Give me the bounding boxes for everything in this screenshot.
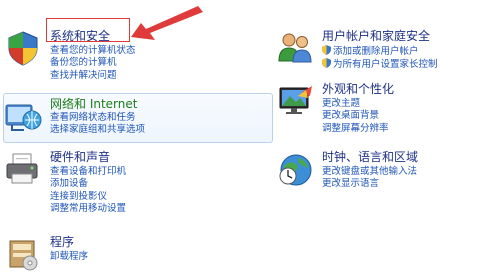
title-highlight-box	[46, 18, 130, 42]
link-screen-resolution[interactable]: 调整屏幕分辨率	[322, 123, 389, 135]
link-change-keyboard[interactable]: 更改键盘或其他输入法	[322, 166, 417, 178]
link-view-network-status[interactable]: 查看网络状态和任务	[50, 112, 145, 124]
network-title[interactable]: 网络和 Internet	[50, 97, 137, 111]
link-find-fix-problems[interactable]: 查找并解决问题	[50, 70, 136, 82]
user-accounts-title[interactable]: 用户帐户和家庭安全	[322, 29, 430, 43]
clock-globe-icon	[279, 154, 312, 186]
globe-network-icon	[5, 104, 42, 131]
link-add-remove-users[interactable]: 添加或删除用户帐户	[322, 45, 438, 58]
users-icon	[278, 33, 312, 63]
clock-region-title[interactable]: 时钟、语言和区域	[322, 150, 418, 164]
link-desktop-background[interactable]: 更改桌面背景	[322, 110, 389, 122]
uac-shield-icon	[322, 58, 331, 69]
link-homegroup-sharing[interactable]: 选择家庭组和共享选项	[50, 124, 145, 136]
link-parental-controls[interactable]: 为所有用户设置家长控制	[322, 58, 438, 71]
link-devices-printers[interactable]: 查看设备和打印机	[50, 166, 126, 178]
uac-shield-icon	[322, 45, 331, 55]
appearance-title[interactable]: 外观和个性化	[322, 82, 394, 96]
link-display-language[interactable]: 更改显示语言	[322, 178, 417, 190]
link-connect-projector[interactable]: 连接到投影仪	[50, 191, 126, 203]
link-view-computer-status[interactable]: 查看您的计算机状态	[50, 45, 136, 57]
link-add-remove-users-label: 添加或删除用户帐户	[333, 46, 419, 57]
monitor-palette-icon	[279, 86, 312, 114]
hardware-sound-title[interactable]: 硬件和声音	[50, 150, 110, 164]
link-add-device[interactable]: 添加设备	[50, 178, 126, 190]
programs-icon	[9, 240, 38, 271]
category-programs: 程序 卸载程序	[4, 235, 204, 271]
printer-icon	[6, 153, 38, 184]
category-network: 网络和 Internet 查看网络状态和任务 选择家庭组和共享选项	[4, 97, 269, 141]
category-clock-region: 时钟、语言和区域 更改键盘或其他输入法 更改显示语言	[276, 150, 476, 194]
link-change-theme[interactable]: 更改主题	[322, 98, 389, 110]
link-mobility-settings[interactable]: 调整常用移动设置	[50, 203, 126, 215]
shield-icon	[8, 31, 38, 66]
link-parental-controls-label: 为所有用户设置家长控制	[333, 59, 438, 71]
category-hardware-sound: 硬件和声音 查看设备和打印机 添加设备 连接到投影仪 调整常用移动设置	[4, 150, 204, 225]
category-user-accounts: 用户帐户和家庭安全 添加或删除用户帐户 为所有用户设置家长控制	[276, 29, 476, 73]
programs-title[interactable]: 程序	[50, 235, 74, 249]
link-uninstall-program[interactable]: 卸载程序	[50, 251, 88, 263]
link-backup-computer[interactable]: 备份您的计算机	[50, 57, 136, 69]
category-appearance: 外观和个性化 更改主题 更改桌面背景 调整屏幕分辨率	[276, 82, 476, 140]
